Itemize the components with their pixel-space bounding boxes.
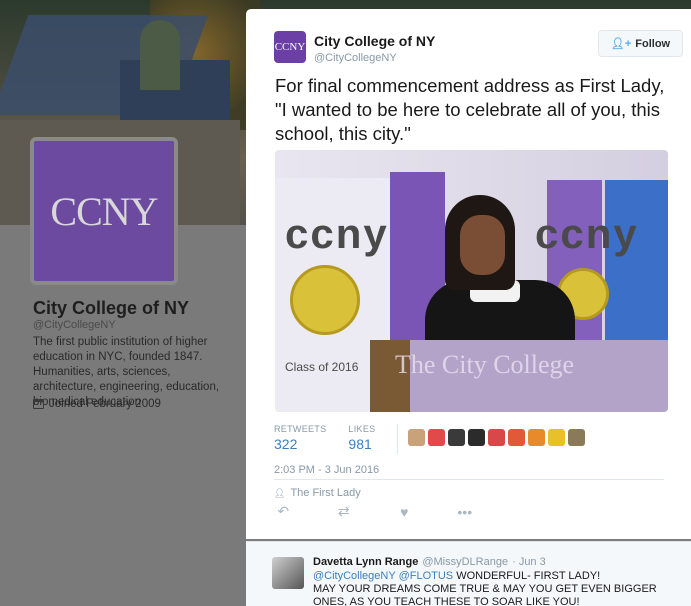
likes-label: LIKES (348, 424, 376, 434)
like-icon[interactable]: ♥ (395, 504, 414, 520)
photo-podium-text: The City College (395, 350, 575, 379)
profile-avatar[interactable]: CCNY (30, 137, 178, 285)
reply-tweet[interactable]: Davetta Lynn Range @MissyDLRange · Jun 3… (246, 541, 691, 606)
speaker-face (460, 215, 505, 275)
tweet-photo[interactable]: ccny ccny The City College Class of 2016 (275, 150, 668, 412)
liker-avatar[interactable] (508, 429, 526, 446)
reply-author-name[interactable]: Davetta Lynn Range (313, 556, 418, 568)
liker-avatars (408, 429, 586, 446)
divider (274, 479, 664, 480)
reply-author-handle[interactable]: @MissyDLRange (422, 556, 508, 568)
photo-banner-text-left: ccny (285, 210, 389, 257)
photo-sign-text: Class of 2016 (285, 360, 359, 374)
profile-handle[interactable]: @CityCollegeNY (33, 319, 116, 331)
mention-flotus[interactable]: @FLOTUS (399, 570, 454, 582)
joined-text: Joined February 2009 (49, 398, 161, 410)
likes-count: 981 (348, 436, 372, 452)
retweets-stat[interactable]: RETWEETS 322 (274, 424, 326, 452)
reply-avatar[interactable] (272, 557, 304, 589)
add-user-icon: 👤︎+ (610, 38, 632, 50)
tweet-timestamp[interactable]: 2:03 PM - 3 Jun 2016 (274, 464, 379, 476)
liker-avatar[interactable] (568, 429, 586, 446)
location-text: The First Lady (290, 487, 361, 499)
tweet-text: For final commencement address as First … (275, 75, 665, 144)
tweet-location[interactable]: 👤︎ The First Lady (274, 487, 361, 499)
liker-avatar[interactable] (488, 429, 506, 446)
tweet-author-name[interactable]: City College of NY (314, 33, 435, 49)
tweet-author-handle[interactable]: @CityCollegeNY (314, 52, 397, 64)
follow-button[interactable]: 👤︎+ Follow (598, 30, 683, 57)
tweet-actions: ↶ ⇄ ♥ ••• (274, 503, 474, 520)
retweet-icon[interactable]: ⇄ (335, 503, 354, 520)
profile-name[interactable]: City College of NY (33, 298, 189, 319)
banner-tower (140, 20, 180, 90)
liker-avatar[interactable] (548, 429, 566, 446)
calendar-icon (33, 399, 44, 409)
stats-divider (397, 424, 399, 454)
mention-ccny[interactable]: @CityCollegeNY (313, 570, 396, 582)
liker-avatar[interactable] (528, 429, 546, 446)
tweet-stats: RETWEETS 322 LIKES 981 (274, 424, 586, 454)
reply-header: Davetta Lynn Range @MissyDLRange · Jun 3 (313, 556, 546, 568)
person-icon: 👤︎ (274, 487, 286, 498)
retweets-count: 322 (274, 436, 298, 452)
liker-avatar[interactable] (408, 429, 426, 446)
reply-text-first: WONDERFUL- FIRST LADY! (456, 570, 601, 582)
more-icon[interactable]: ••• (456, 504, 475, 520)
profile-joined: Joined February 2009 (33, 398, 161, 410)
tweet-card: CCNY City College of NY @CityCollegeNY 👤… (246, 9, 691, 539)
reply-text: @CityCollegeNY @FLOTUS WONDERFUL- FIRST … (313, 570, 685, 606)
liker-avatar[interactable] (448, 429, 466, 446)
reply-text-rest: MAY YOUR DREAMS COME TRUE & MAY YOU GET … (313, 583, 657, 606)
follow-label: Follow (635, 37, 671, 50)
reply-icon[interactable]: ↶ (274, 503, 293, 520)
liker-avatar[interactable] (428, 429, 446, 446)
photo-seal-left (290, 265, 360, 335)
reply-date[interactable]: · Jun 3 (512, 556, 546, 568)
tweet-author-avatar[interactable]: CCNY (274, 31, 306, 63)
likes-stat[interactable]: LIKES 981 (348, 424, 375, 452)
retweets-label: RETWEETS (274, 424, 327, 434)
liker-avatar[interactable] (468, 429, 486, 446)
